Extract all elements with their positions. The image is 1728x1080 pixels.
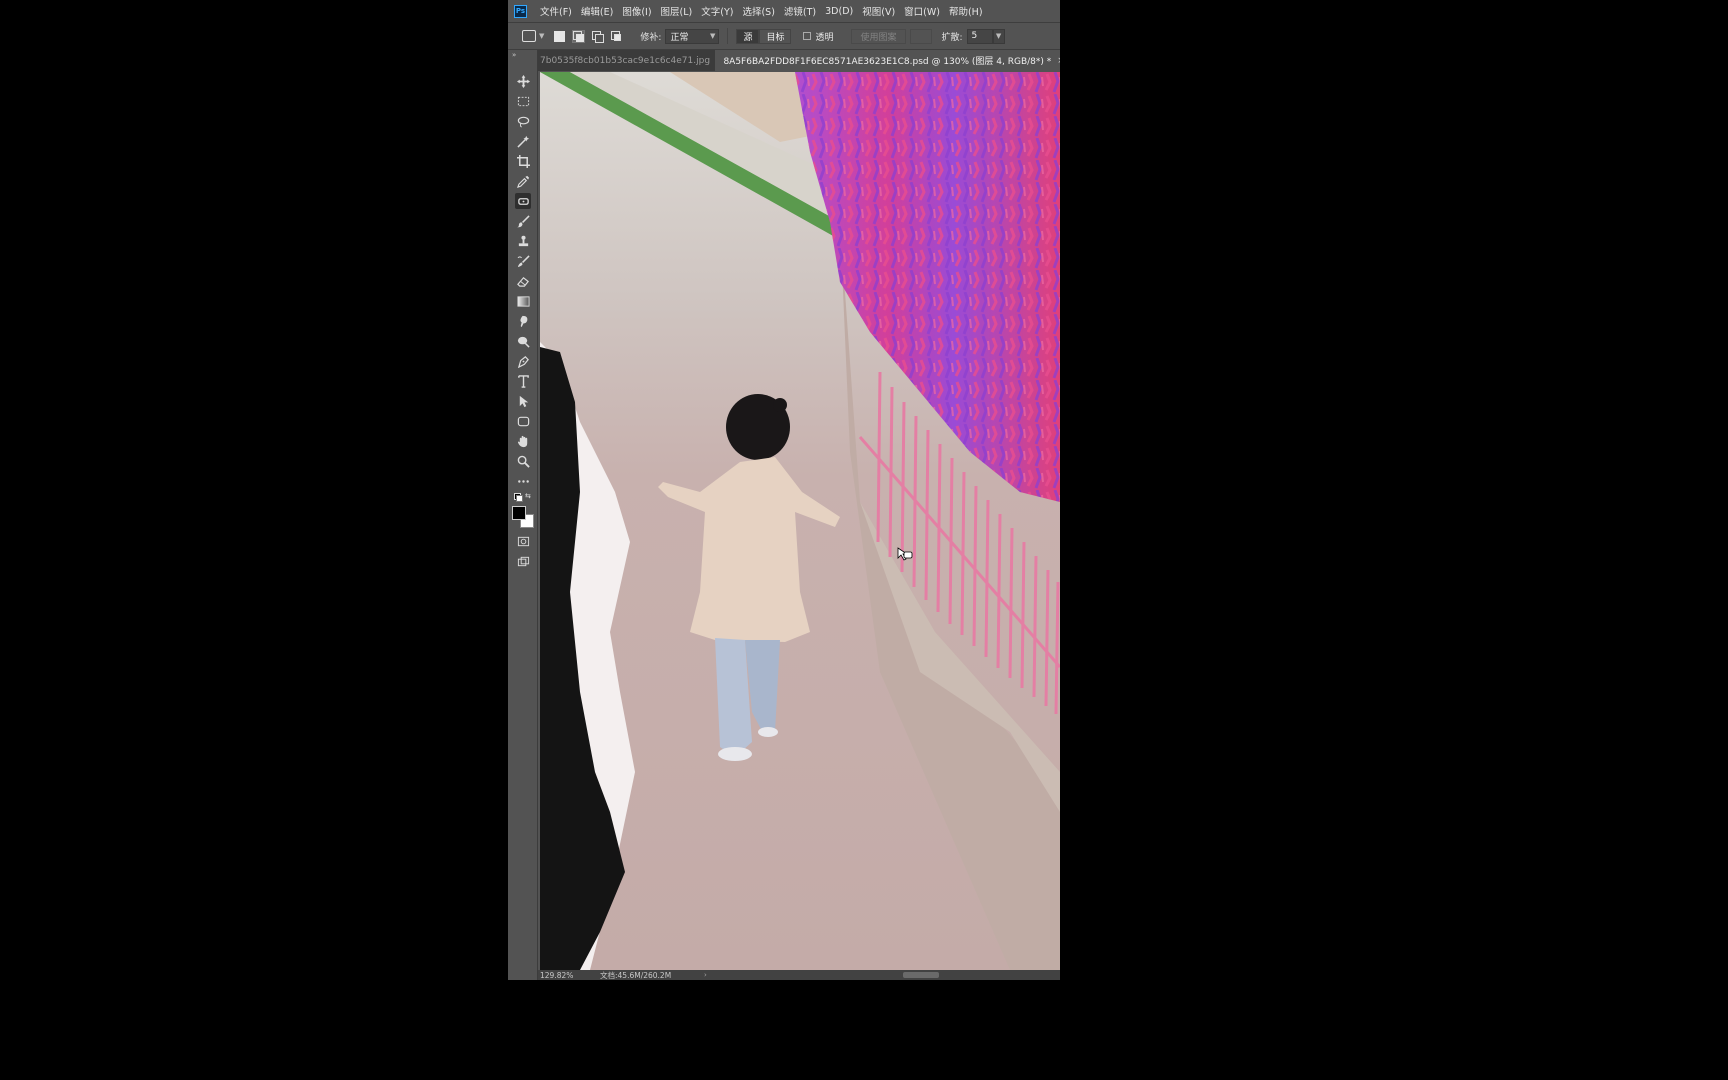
selection-new-button[interactable] xyxy=(554,30,566,42)
divider xyxy=(727,28,729,44)
transparent-checkbox[interactable] xyxy=(803,32,812,40)
magic-wand-icon[interactable] xyxy=(515,133,531,149)
move-tool-icon[interactable] xyxy=(515,73,531,89)
marquee-tool-icon[interactable] xyxy=(515,93,531,109)
chevron-down-icon: ▼ xyxy=(710,32,716,40)
zoom-tool-icon[interactable] xyxy=(515,453,531,469)
menu-view[interactable]: 视图(V) xyxy=(862,4,895,18)
path-selection-icon[interactable] xyxy=(515,393,531,409)
diffusion-label: 扩散: xyxy=(941,32,963,43)
eyedropper-icon[interactable] xyxy=(515,173,531,189)
pattern-picker[interactable] xyxy=(909,28,932,44)
menu-select[interactable]: 选择(S) xyxy=(742,4,774,18)
menu-type[interactable]: 文字(Y) xyxy=(701,4,733,18)
status-bar: 129.82% 文档:45.6M/260.2M › xyxy=(538,970,1060,980)
options-bar: ▼ 修补: 正常 ▼ 源 目标 透明 使用图案 扩散: 5 ▼ xyxy=(508,22,1060,50)
patch-mode-value: 正常 xyxy=(670,32,689,43)
history-brush-icon[interactable] xyxy=(515,253,531,269)
collapse-panel-icon[interactable]: » xyxy=(512,51,516,59)
menu-filter[interactable]: 滤镜(T) xyxy=(784,4,816,18)
dodge-tool-icon[interactable] xyxy=(515,333,531,349)
swap-colors-icon[interactable]: ⇆ xyxy=(525,492,531,500)
shape-tool-icon[interactable] xyxy=(515,413,531,429)
quick-mask-icon[interactable] xyxy=(515,533,531,549)
patch-mode-select[interactable]: 正常 ▼ xyxy=(665,28,720,44)
patch-tool-icon[interactable] xyxy=(515,193,531,209)
document-tabs: 7b0535f8cb01b53cac9e1c6c4e71.jpg × 8A5F6… xyxy=(538,50,1060,71)
use-pattern-button[interactable]: 使用图案 xyxy=(851,28,906,44)
selection-intersect-button[interactable] xyxy=(611,30,622,42)
crop-tool-icon[interactable] xyxy=(515,153,531,169)
target-button[interactable]: 目标 xyxy=(759,28,792,44)
default-colors-icon[interactable] xyxy=(514,493,523,502)
gradient-tool-icon[interactable] xyxy=(515,293,531,309)
brush-tool-icon[interactable] xyxy=(515,213,531,229)
eraser-icon[interactable] xyxy=(515,273,531,289)
menu-3d[interactable]: 3D(D) xyxy=(825,6,853,17)
document-canvas[interactable] xyxy=(540,72,1060,970)
diffusion-chevron-icon[interactable]: ▼ xyxy=(992,28,1005,44)
lasso-tool-icon[interactable] xyxy=(515,113,531,129)
photo-image xyxy=(540,72,1060,970)
tool-preset-picker-icon[interactable] xyxy=(522,30,536,42)
zoom-level[interactable]: 129.82% xyxy=(540,971,600,980)
tab-label: 7b0535f8cb01b53cac9e1c6c4e71.jpg xyxy=(540,55,711,66)
tab-jpg-document[interactable]: 7b0535f8cb01b53cac9e1c6c4e71.jpg × xyxy=(538,50,716,71)
close-icon[interactable]: × xyxy=(1057,56,1060,66)
menu-image[interactable]: 图像(I) xyxy=(622,4,651,18)
tools-panel: » ⇆ xyxy=(508,50,538,980)
hand-tool-icon[interactable] xyxy=(515,433,531,449)
photoshop-logo-icon: Ps xyxy=(514,4,527,18)
menu-layer[interactable]: 图层(L) xyxy=(661,4,693,18)
source-button[interactable]: 源 xyxy=(736,28,760,44)
menu-bar: Ps 文件(F) 编辑(E) 图像(I) 图层(L) 文字(Y) 选择(S) 滤… xyxy=(508,0,1060,22)
smudge-tool-icon[interactable] xyxy=(515,313,531,329)
photoshop-window: Ps 文件(F) 编辑(E) 图像(I) 图层(L) 文字(Y) 选择(S) 滤… xyxy=(508,0,1060,980)
tab-label: 8A5F6BA2FDD8F1F6EC8571AE3623E1C8.psd @ 1… xyxy=(723,57,1052,67)
tab-psd-document[interactable]: 8A5F6BA2FDD8F1F6EC8571AE3623E1C8.psd @ 1… xyxy=(715,50,1060,71)
horizontal-scrollbar[interactable] xyxy=(903,972,939,978)
more-tools-icon[interactable] xyxy=(515,473,531,489)
menu-edit[interactable]: 编辑(E) xyxy=(581,4,613,18)
type-tool-icon[interactable] xyxy=(515,373,531,389)
menu-file[interactable]: 文件(F) xyxy=(540,4,572,18)
menu-window[interactable]: 窗口(W) xyxy=(904,4,940,18)
patch-label: 修补: xyxy=(640,32,662,43)
tool-preset-chevron-icon[interactable]: ▼ xyxy=(539,32,544,40)
selection-add-button[interactable] xyxy=(572,29,586,43)
selection-subtract-button[interactable] xyxy=(592,30,605,43)
transparent-label: 透明 xyxy=(815,32,834,43)
diffusion-input[interactable]: 5 xyxy=(966,28,993,44)
screen-mode-icon[interactable] xyxy=(515,553,531,569)
clone-stamp-icon[interactable] xyxy=(515,233,531,249)
document-size-info: 文档:45.6M/260.2M xyxy=(600,970,672,980)
status-menu-chevron-icon[interactable]: › xyxy=(704,971,707,979)
menu-help[interactable]: 帮助(H) xyxy=(949,4,983,18)
foreground-color-swatch[interactable] xyxy=(512,506,526,520)
pen-tool-icon[interactable] xyxy=(515,353,531,369)
